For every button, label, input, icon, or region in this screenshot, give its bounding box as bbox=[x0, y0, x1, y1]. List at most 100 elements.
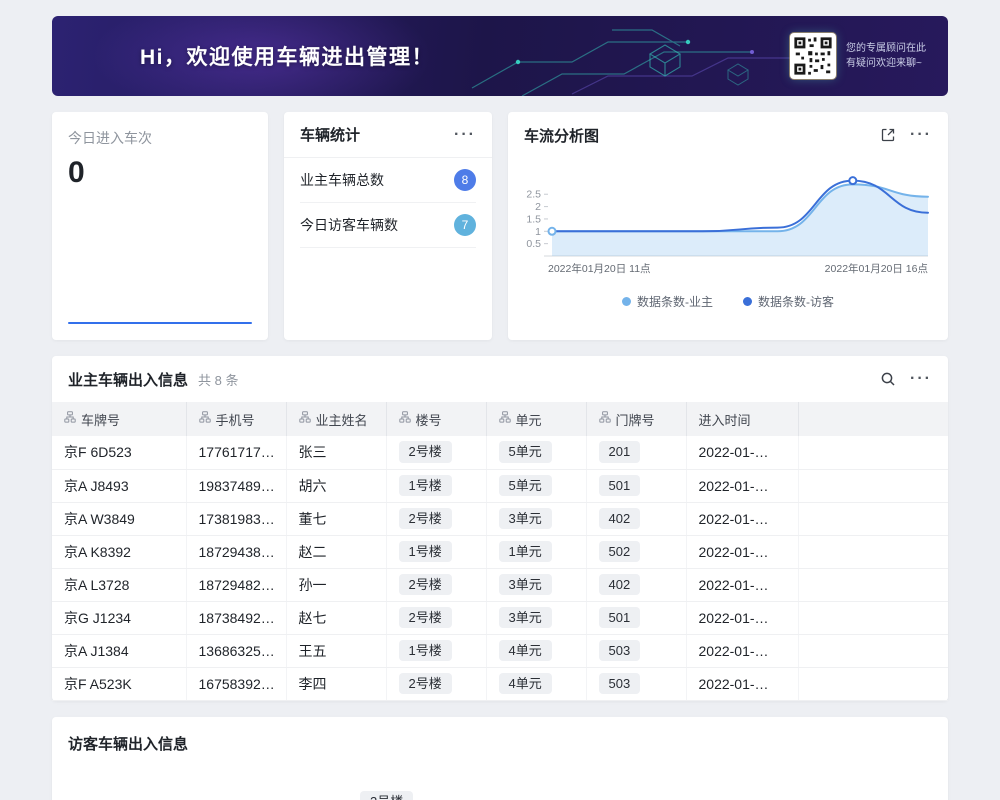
table-row[interactable]: 京A L372818729482…孙一 2号楼 3单元 402 2022-01-… bbox=[52, 568, 948, 601]
cell-tag: 402 bbox=[599, 508, 641, 530]
cell-tag: 501 bbox=[599, 475, 641, 497]
banner-consultant-area: 您的专属顾问在此 有疑问欢迎来聊~ bbox=[790, 33, 926, 79]
cell-tag: 3单元 bbox=[499, 607, 552, 629]
stat-label: 业主车辆总数 bbox=[300, 170, 384, 190]
cell-building: 2号楼 bbox=[386, 667, 486, 700]
cell-owner: 王五 bbox=[286, 634, 386, 667]
cell-owner: 孙一 bbox=[286, 568, 386, 601]
cell-tag: 1号楼 bbox=[399, 640, 452, 662]
today-entry-card: 今日进入车次 0 bbox=[52, 112, 268, 340]
stat-count-badge: 7 bbox=[454, 214, 476, 236]
cell-unit: 5单元 bbox=[486, 469, 586, 502]
column-header-unit[interactable]: 单元 bbox=[486, 402, 586, 436]
more-icon[interactable]: ··· bbox=[910, 127, 932, 143]
cell-tag: 3单元 bbox=[499, 508, 552, 530]
cell-tag: 1号楼 bbox=[399, 541, 452, 563]
chart-canvas: 0.511.522.52022年01月20日 11点2022年01月20日 16… bbox=[518, 160, 938, 286]
table-row[interactable]: 京F A523K16758392…李四2号楼4单元5032022-01-… bbox=[52, 667, 948, 700]
export-icon[interactable] bbox=[880, 127, 896, 143]
cell-tag: 402 bbox=[599, 574, 641, 596]
cell-time: 2022-01-… bbox=[686, 469, 798, 502]
cell-tag: 503 bbox=[599, 640, 641, 662]
more-icon[interactable]: ··· bbox=[454, 127, 476, 143]
cell-tag: 2号楼 bbox=[399, 574, 452, 596]
cell-tag: 2号楼 bbox=[399, 607, 452, 629]
cell-unit: 4单元 bbox=[486, 667, 586, 700]
cell-phone: 13686325… bbox=[186, 634, 286, 667]
cell-plate: 京G J1234 bbox=[52, 601, 186, 634]
cell-filler bbox=[798, 436, 948, 469]
cell-time: 2022-01-… bbox=[686, 568, 798, 601]
cell-plate: 京F A523K bbox=[52, 667, 186, 700]
cell-building: 2号楼 bbox=[386, 568, 486, 601]
cell-building: 1号楼 bbox=[386, 469, 486, 502]
legend-item[interactable]: 数据条数-访客 bbox=[743, 293, 834, 310]
column-header-owner[interactable]: 业主姓名 bbox=[286, 402, 386, 436]
today-entry-label: 今日进入车次 bbox=[68, 128, 252, 148]
cell-owner: 张三 bbox=[286, 436, 386, 469]
table-row[interactable]: 京A K839218729438…赵二1号楼1单元5022022-01-… bbox=[52, 535, 948, 568]
cell-door: 502 bbox=[586, 535, 686, 568]
cell-tag: 1单元 bbox=[499, 541, 552, 563]
more-icon[interactable]: ··· bbox=[910, 371, 932, 387]
cell-plate: 京A L3728 bbox=[52, 568, 186, 601]
visitor-table-title: 访客车辆出入信息 bbox=[68, 733, 932, 754]
cell-plate: 京F 6D523 bbox=[52, 436, 186, 469]
cell-door: 501 bbox=[586, 469, 686, 502]
stat-row: 今日访客车辆数7 bbox=[300, 203, 476, 248]
cell-filler bbox=[798, 535, 948, 568]
search-icon[interactable] bbox=[880, 371, 896, 387]
table-row[interactable]: 京A W384917381983…董七2号楼3单元4022022-01-… bbox=[52, 502, 948, 535]
cell-owner: 赵二 bbox=[286, 535, 386, 568]
cell-unit: 3单元 bbox=[486, 601, 586, 634]
dashboard-page: Hi，欢迎使用车辆进出管理！ bbox=[0, 0, 1000, 800]
cell-plate: 京A W3849 bbox=[52, 502, 186, 535]
column-header-building[interactable]: 楼号 bbox=[386, 402, 486, 436]
column-header-door[interactable]: 门牌号 bbox=[586, 402, 686, 436]
cell-filler bbox=[798, 667, 948, 700]
column-header-phone[interactable]: 手机号 bbox=[186, 402, 286, 436]
cell-door: 503 bbox=[586, 667, 686, 700]
cell-owner: 董七 bbox=[286, 502, 386, 535]
traffic-line-chart: 0.511.522.52022年01月20日 11点2022年01月20日 16… bbox=[508, 158, 948, 291]
qr-caption: 您的专属顾问在此 有疑问欢迎来聊~ bbox=[846, 41, 926, 71]
cell-filler bbox=[798, 469, 948, 502]
column-label: 手机号 bbox=[216, 413, 255, 428]
cell-tag: 501 bbox=[599, 607, 641, 629]
stat-row: 业主车辆总数 8 bbox=[300, 158, 476, 203]
cell-building: 2号楼 bbox=[386, 601, 486, 634]
qr-caption-line1: 您的专属顾问在此 bbox=[846, 41, 926, 56]
owner-table-card: 业主车辆出入信息 共 8 条 ··· 车牌号手机号业主姓名楼号单元门牌号进入时间… bbox=[52, 356, 948, 701]
cell-tag: 2号楼 bbox=[399, 673, 452, 695]
cell-phone: 18729482… bbox=[186, 568, 286, 601]
column-label: 车牌号 bbox=[81, 413, 120, 428]
table-row[interactable]: 京A J849319837489…胡六1号楼5单元5012022-01-… bbox=[52, 469, 948, 502]
cell-time: 2022-01-… bbox=[686, 502, 798, 535]
cell-time: 2022-01-… bbox=[686, 436, 798, 469]
legend-dot bbox=[743, 297, 752, 306]
stat-count-badge: 8 bbox=[454, 169, 476, 191]
today-entry-value: 0 bbox=[68, 156, 252, 190]
cell-unit: 5单元 bbox=[486, 436, 586, 469]
column-label: 业主姓名 bbox=[316, 413, 368, 428]
table-row[interactable]: 京G J123418738492…赵七2号楼3单元5012022-01-… bbox=[52, 601, 948, 634]
cell-phone: 19837489… bbox=[186, 469, 286, 502]
cell-tag: 1号楼 bbox=[399, 475, 452, 497]
legend-item[interactable]: 数据条数-业主 bbox=[622, 293, 713, 310]
cell-phone: 17761717… bbox=[186, 436, 286, 469]
legend-label: 数据条数-业主 bbox=[637, 293, 713, 310]
field-type-icon bbox=[64, 411, 76, 423]
cell-time: 2022-01-… bbox=[686, 601, 798, 634]
cell-unit: 3单元 bbox=[486, 502, 586, 535]
vehicle-stats-card: 车辆统计 ··· 业主车辆总数8今日访客车辆数7 bbox=[284, 112, 492, 340]
column-header-time[interactable]: 进入时间 bbox=[686, 402, 798, 436]
svg-text:1.5: 1.5 bbox=[526, 213, 541, 225]
cell-building: 2号楼 bbox=[386, 436, 486, 469]
today-entry-underline bbox=[68, 322, 252, 324]
owner-vehicle-table: 车牌号 手机号 业主姓名 楼号单元门牌号进入时间 京F 6D52317761717…张… bbox=[52, 402, 948, 701]
column-header-plate[interactable]: 车牌号 bbox=[52, 402, 186, 436]
field-type-icon bbox=[199, 411, 211, 423]
table-row[interactable]: 京A J138413686325…王五1号楼4单元5032022-01-… bbox=[52, 634, 948, 667]
table-row[interactable]: 京F 6D52317761717…张三2号楼5单元2012022-01-… bbox=[52, 436, 948, 469]
cell-unit: 3单元 bbox=[486, 568, 586, 601]
